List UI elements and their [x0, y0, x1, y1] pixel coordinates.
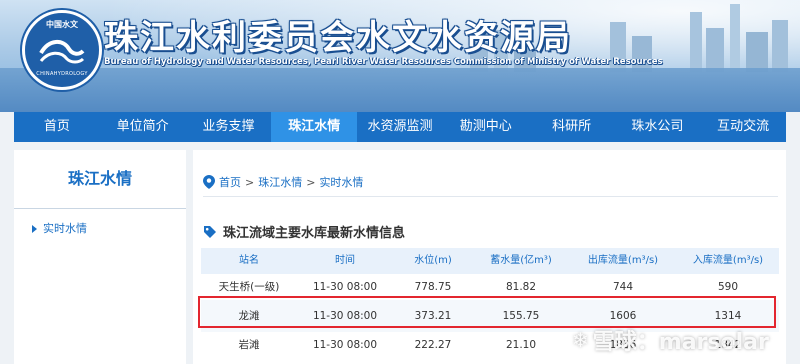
breadcrumb: 首页 > 珠江水情 > 实时水情 — [203, 174, 363, 190]
nav-item-business[interactable]: 业务支撑 — [186, 112, 272, 142]
header-water-level: 水位(m) — [414, 255, 452, 266]
nav-item-water-regime[interactable]: 珠江水情 — [271, 112, 358, 142]
nav-item-company[interactable]: 珠水公司 — [614, 112, 700, 142]
sidebar-item-realtime[interactable]: 实时水情 — [32, 220, 87, 236]
breadcrumb-divider — [203, 196, 778, 197]
breadcrumb-water-regime[interactable]: 珠江水情 — [258, 174, 302, 190]
header-storage: 蓄水量(亿m³) — [490, 255, 552, 266]
nav-item-interaction[interactable]: 互动交流 — [700, 112, 786, 142]
header-banner: 中国水文 CHINAHYDROLOGY 珠江水利委员会水文水资源局 Bureau… — [0, 0, 800, 112]
header-outflow: 出库流量(m³/s) — [587, 255, 659, 266]
sidebar-item-label: 实时水情 — [43, 222, 87, 235]
logo-bottom-text: CHINAHYDROLOGY — [36, 71, 88, 77]
header-inflow: 入库流量(m³/s) — [692, 255, 764, 266]
cell-station: 岩滩 — [238, 339, 260, 351]
snowball-icon: ❄ — [572, 328, 589, 352]
logo-top-text: 中国水文 — [46, 20, 78, 29]
breadcrumb-separator: > — [306, 175, 316, 189]
breadcrumb-separator: > — [245, 175, 255, 189]
nav-item-research[interactable]: 科研所 — [529, 112, 615, 142]
tag-icon — [204, 225, 216, 238]
sidebar-title: 珠江水情 — [14, 150, 186, 209]
site-title: 珠江水利委员会水文水资源局 — [104, 18, 572, 58]
nav-item-survey-center[interactable]: 勘测中心 — [443, 112, 529, 142]
header-time: 时间 — [335, 255, 355, 266]
bureau-logo[interactable]: 中国水文 CHINAHYDROLOGY — [22, 10, 102, 90]
table-header-row: 站名 时间 水位(m) 蓄水量(亿m³) 出库流量(m³/s) 入库流量(m³/… — [201, 248, 779, 274]
nav-item-home[interactable]: 首页 — [14, 112, 100, 142]
site-subtitle: Bureau of Hydrology and Water Resources,… — [104, 57, 663, 67]
main-nav: 首页 单位简介 业务支撑 珠江水情 水资源监测 勘测中心 科研所 珠水公司 互动… — [14, 112, 786, 142]
watermark-text: 雪球：marsolar — [592, 330, 769, 355]
nav-item-resource-monitoring[interactable]: 水资源监测 — [357, 112, 443, 142]
breadcrumb-realtime[interactable]: 实时水情 — [319, 174, 363, 190]
nav-item-about[interactable]: 单位简介 — [100, 112, 186, 142]
breadcrumb-home[interactable]: 首页 — [219, 174, 241, 190]
triangle-right-icon — [32, 225, 37, 233]
location-pin-icon — [203, 175, 215, 189]
cell-time: 11-30 08:00 — [312, 339, 378, 351]
watermark: ❄ 雪球：marsolar — [572, 324, 769, 356]
cell-water-level: 222.27 — [414, 339, 452, 351]
section-title: 珠江流域主要水库最新水情信息 — [203, 222, 405, 241]
banner-water — [0, 68, 800, 112]
sidebar: 珠江水情 实时水情 — [14, 150, 186, 364]
wave-icon — [39, 40, 85, 64]
section-title-text: 珠江流域主要水库最新水情信息 — [223, 226, 406, 241]
cell-storage: 21.10 — [505, 339, 537, 351]
header-station: 站名 — [239, 255, 259, 266]
